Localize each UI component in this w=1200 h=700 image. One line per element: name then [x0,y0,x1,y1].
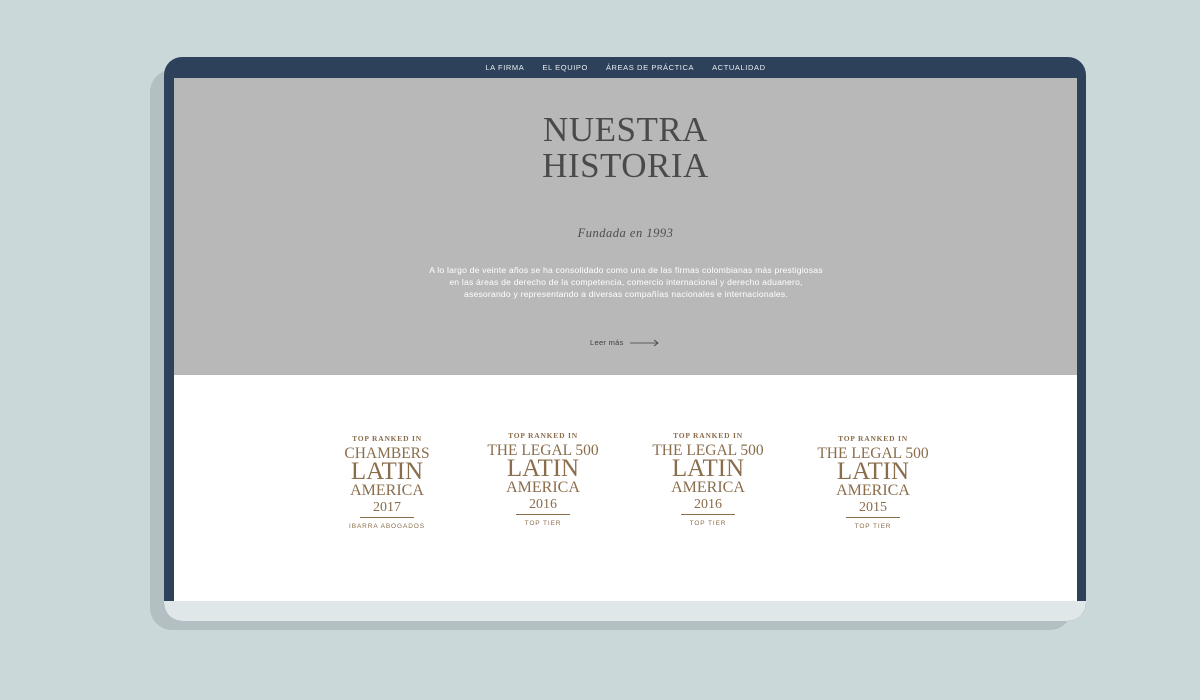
award-america: AMERICA [671,479,745,496]
award-divider [360,517,414,518]
browser-screen: LA FIRMA EL EQUIPO ÁREAS DE PRÁCTICA ACT… [174,57,1077,601]
award-america: AMERICA [350,482,424,499]
nav-item-actualidad[interactable]: ACTUALIDAD [712,63,766,72]
award-america: AMERICA [836,482,910,499]
award-foot: TOP TIER [854,523,892,530]
award-year: 2017 [373,500,401,515]
award-year: 2015 [859,500,887,515]
award-divider [516,514,570,515]
award-top-text: TOP RANKED IN [838,434,908,443]
award-divider [846,517,900,518]
award-foot: TOP TIER [524,520,562,527]
award-badge: TOP RANKED IN THE LEGAL 500 LATIN AMERIC… [643,431,773,527]
award-latin: LATIN [506,455,580,482]
page-title-line-1: NUESTRA [543,110,708,149]
award-divider [681,514,735,515]
hero-description-line: en las áreas de derecho de la competenci… [449,277,803,287]
nav-item-la-firma[interactable]: LA FIRMA [485,63,524,72]
award-badge: TOP RANKED IN THE LEGAL 500 LATIN AMERIC… [478,431,608,527]
laptop-frame: LA FIRMA EL EQUIPO ÁREAS DE PRÁCTICA ACT… [164,57,1086,621]
award-latin: LATIN [836,458,910,485]
nav-item-areas-de-practica[interactable]: ÁREAS DE PRÁCTICA [606,63,694,72]
read-more-label: Leer más [590,338,624,347]
award-badge: TOP RANKED IN THE LEGAL 500 LATIN AMERIC… [808,434,938,530]
award-badge: TOP RANKED IN CHAMBERS LATIN AMERICA 201… [322,434,452,530]
hero-description-line: A lo largo de veinte años se ha consolid… [429,265,823,275]
award-year: 2016 [529,497,557,512]
hero-description-line: asesorando y representando a diversas co… [463,289,788,299]
hero-subtitle: Fundada en 1993 [577,226,674,240]
award-latin: LATIN [350,458,424,485]
laptop-chin [164,601,1086,621]
award-year: 2016 [694,497,722,512]
award-america: AMERICA [506,479,580,496]
award-foot: TOP TIER [689,520,727,527]
award-latin: LATIN [671,455,745,482]
hero-description: A lo largo de veinte años se ha consolid… [396,264,856,300]
scene: LA FIRMA EL EQUIPO ÁREAS DE PRÁCTICA ACT… [0,0,1200,700]
read-more-link[interactable]: Leer más [590,338,660,347]
page-title: NUESTRA HISTORIA [174,112,1077,184]
page-title-line-2: HISTORIA [542,146,709,185]
award-foot: IBARRA ABOGADOS [349,523,425,530]
award-top-text: TOP RANKED IN [352,434,422,443]
nav-item-el-equipo[interactable]: EL EQUIPO [542,63,588,72]
award-top-text: TOP RANKED IN [673,431,743,440]
awards-section: TOP RANKED IN CHAMBERS LATIN AMERICA 201… [174,375,1077,601]
hero-section: NUESTRA HISTORIA Fundada en 1993 A lo la… [174,78,1077,375]
arrow-right-icon [629,339,659,346]
top-navigation: LA FIRMA EL EQUIPO ÁREAS DE PRÁCTICA ACT… [174,57,1077,78]
award-top-text: TOP RANKED IN [508,431,578,440]
